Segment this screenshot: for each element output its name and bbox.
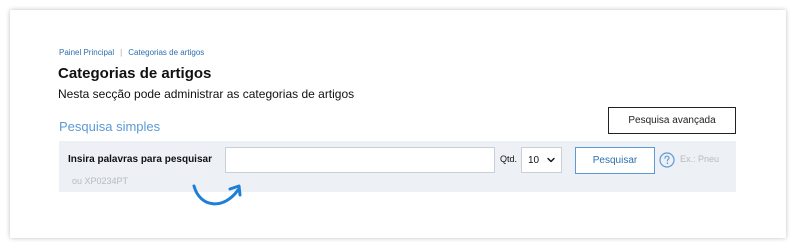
page-subtitle: Nesta secção pode administrar as categor…: [58, 87, 355, 101]
breadcrumb: Painel Principal | Categorias de artigos: [59, 48, 204, 57]
curved-arrow-icon: [192, 184, 242, 206]
breadcrumb-separator: |: [120, 48, 123, 57]
simple-search-title: Pesquisa simples: [59, 119, 161, 134]
search-hint-example: Ex.: Pneu: [680, 154, 720, 164]
simple-search-bar: Insira palavras para pesquisar Qtd. 10 P…: [59, 141, 736, 192]
search-input[interactable]: [225, 147, 495, 173]
question-circle-icon[interactable]: [659, 152, 675, 168]
breadcrumb-current-link[interactable]: Categorias de artigos: [128, 48, 204, 57]
breadcrumb-home-link[interactable]: Painel Principal: [59, 48, 114, 57]
chevron-down-icon: [547, 157, 555, 163]
quantity-select[interactable]: 10: [521, 147, 562, 173]
search-hint-example-continued: ou XP0234PT: [72, 176, 129, 186]
search-button[interactable]: Pesquisar: [575, 147, 655, 174]
advanced-search-button[interactable]: Pesquisa avançada: [608, 107, 736, 134]
search-label: Insira palavras para pesquisar: [68, 154, 212, 165]
page-title: Categorias de artigos: [58, 65, 212, 82]
quantity-select-value: 10: [528, 154, 540, 166]
quantity-label: Qtd.: [500, 154, 518, 164]
content-card: Painel Principal | Categorias de artigos…: [10, 10, 786, 238]
